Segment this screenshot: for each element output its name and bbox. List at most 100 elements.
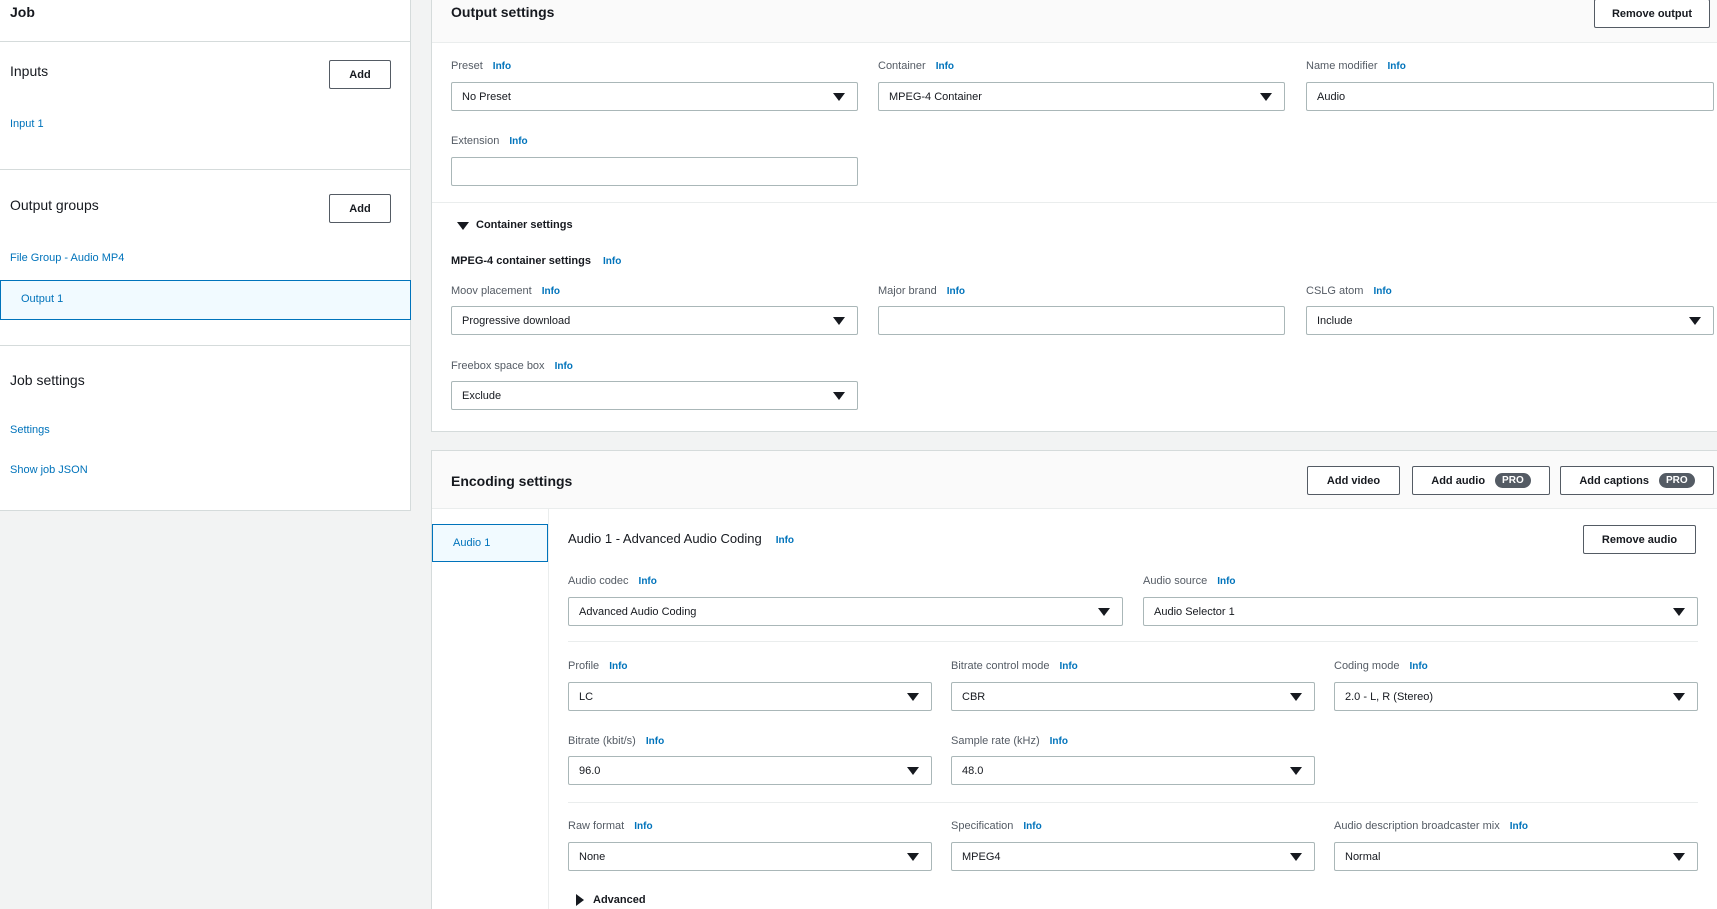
expand-caret-icon[interactable] xyxy=(576,894,584,906)
divider xyxy=(0,345,410,346)
encoding-settings-panel: Encoding settings Add video Add audio PRO… xyxy=(431,450,1717,909)
sample-rate-info-link[interactable]: Info xyxy=(1050,736,1068,747)
ad-mix-info-link[interactable]: Info xyxy=(1510,821,1528,832)
sample-rate-select[interactable]: 48.0 xyxy=(951,756,1315,785)
major-brand-label: Major brand Info xyxy=(878,285,966,297)
freebox-select[interactable]: Exclude xyxy=(451,381,858,410)
major-brand-info-link[interactable]: Info xyxy=(947,286,965,297)
raw-format-select[interactable]: None xyxy=(568,842,932,871)
divider xyxy=(0,41,410,42)
output-settings-header: Output settings Remove output xyxy=(432,0,1717,43)
remove-output-button[interactable]: Remove output xyxy=(1594,0,1710,28)
chevron-down-icon xyxy=(1673,608,1685,616)
container-settings-toggle[interactable]: Container settings xyxy=(476,219,573,231)
bitrate-control-mode-select[interactable]: CBR xyxy=(951,682,1315,711)
divider xyxy=(0,169,410,170)
remove-audio-button[interactable]: Remove audio xyxy=(1583,525,1696,554)
specification-info-link[interactable]: Info xyxy=(1023,821,1041,832)
cslg-info-link[interactable]: Info xyxy=(1373,286,1391,297)
inputs-heading: Inputs xyxy=(10,63,49,79)
bitrate-control-mode-label: Bitrate control mode Info xyxy=(951,660,1078,672)
chevron-down-icon xyxy=(1290,767,1302,775)
audio-source-select[interactable]: Audio Selector 1 xyxy=(1143,597,1698,626)
coding-mode-label: Coding mode Info xyxy=(1334,660,1428,672)
audio-codec-select[interactable]: Advanced Audio Coding xyxy=(568,597,1123,626)
chevron-down-icon xyxy=(1673,693,1685,701)
container-info-link[interactable]: Info xyxy=(936,61,954,72)
advanced-toggle[interactable]: Advanced xyxy=(593,894,646,906)
output-groups-heading: Output groups xyxy=(10,197,99,213)
extension-info-link[interactable]: Info xyxy=(509,136,527,147)
specification-select[interactable]: MPEG4 xyxy=(951,842,1315,871)
audio-source-label: Audio source Info xyxy=(1143,575,1236,587)
moov-placement-label: Moov placement Info xyxy=(451,285,561,297)
audio-codec-label: Audio codec Info xyxy=(568,575,657,587)
freebox-info-link[interactable]: Info xyxy=(555,361,573,372)
container-label: Container Info xyxy=(878,60,955,72)
add-captions-button[interactable]: Add captions PRO xyxy=(1560,466,1714,495)
chevron-down-icon xyxy=(1290,853,1302,861)
extension-input[interactable] xyxy=(451,157,858,186)
audio-description-mix-select[interactable]: Normal xyxy=(1334,842,1698,871)
bitrate-mode-info-link[interactable]: Info xyxy=(1059,661,1077,672)
profile-info-link[interactable]: Info xyxy=(609,661,627,672)
cslg-atom-label: CSLG atom Info xyxy=(1306,285,1392,297)
nav-show-job-json[interactable]: Show job JSON xyxy=(10,464,88,476)
chevron-down-icon xyxy=(1290,693,1302,701)
extension-label: Extension Info xyxy=(451,135,528,147)
preset-select[interactable]: No Preset xyxy=(451,82,858,111)
preset-label: Preset Info xyxy=(451,60,512,72)
chevron-down-icon xyxy=(907,767,919,775)
name-modifier-label: Name modifier Info xyxy=(1306,60,1406,72)
name-modifier-input[interactable]: Audio xyxy=(1306,82,1714,111)
add-input-button[interactable]: Add xyxy=(329,60,391,89)
freebox-label: Freebox space box Info xyxy=(451,360,573,372)
pro-badge: PRO xyxy=(1659,473,1695,488)
nav-input-1[interactable]: Input 1 xyxy=(10,118,44,130)
divider xyxy=(568,641,1698,642)
add-output-group-button[interactable]: Add xyxy=(329,194,391,223)
output-settings-panel: Output settings Remove output Preset Info… xyxy=(431,0,1717,432)
divider xyxy=(548,509,549,909)
expand-caret-icon[interactable] xyxy=(457,222,469,230)
coding-mode-info-link[interactable]: Info xyxy=(1409,661,1427,672)
sample-rate-label: Sample rate (kHz) Info xyxy=(951,735,1068,747)
container-select[interactable]: MPEG-4 Container xyxy=(878,82,1285,111)
bitrate-info-link[interactable]: Info xyxy=(646,736,664,747)
audio-info-link[interactable]: Info xyxy=(776,535,794,546)
pro-badge: PRO xyxy=(1495,473,1531,488)
moov-info-link[interactable]: Info xyxy=(542,286,560,297)
coding-mode-select[interactable]: 2.0 - L, R (Stereo) xyxy=(1334,682,1698,711)
specification-label: Specification Info xyxy=(951,820,1042,832)
divider xyxy=(432,202,1717,203)
profile-label: Profile Info xyxy=(568,660,628,672)
tab-audio-1[interactable]: Audio 1 xyxy=(432,524,548,562)
mpeg4-info-link[interactable]: Info xyxy=(603,256,621,267)
job-title: Job xyxy=(10,4,35,20)
nav-output-1[interactable]: Output 1 xyxy=(0,280,411,320)
output-settings-title: Output settings xyxy=(451,4,555,20)
audio-source-info-link[interactable]: Info xyxy=(1217,576,1235,587)
profile-select[interactable]: LC xyxy=(568,682,932,711)
nav-settings[interactable]: Settings xyxy=(10,424,50,436)
add-video-button[interactable]: Add video xyxy=(1307,466,1400,495)
divider xyxy=(568,802,1698,803)
add-audio-button[interactable]: Add audio PRO xyxy=(1412,466,1550,495)
moov-placement-select[interactable]: Progressive download xyxy=(451,306,858,335)
audio-codec-info-link[interactable]: Info xyxy=(639,576,657,587)
chevron-down-icon xyxy=(833,93,845,101)
bitrate-select[interactable]: 96.0 xyxy=(568,756,932,785)
preset-info-link[interactable]: Info xyxy=(493,61,511,72)
job-navigation-panel: Job Inputs Add Input 1 Output groups Add… xyxy=(0,0,411,511)
major-brand-input[interactable] xyxy=(878,306,1285,335)
raw-format-info-link[interactable]: Info xyxy=(634,821,652,832)
encoding-settings-header: Encoding settings Add video Add audio PRO… xyxy=(432,451,1717,509)
cslg-atom-select[interactable]: Include xyxy=(1306,306,1714,335)
raw-format-label: Raw format Info xyxy=(568,820,653,832)
audio-heading: Audio 1 - Advanced Audio Coding Info xyxy=(568,531,795,546)
name-modifier-info-link[interactable]: Info xyxy=(1388,61,1406,72)
nav-file-group[interactable]: File Group - Audio MP4 xyxy=(10,252,124,264)
chevron-down-icon xyxy=(1260,93,1272,101)
chevron-down-icon xyxy=(1673,853,1685,861)
encoding-settings-title: Encoding settings xyxy=(451,473,573,489)
